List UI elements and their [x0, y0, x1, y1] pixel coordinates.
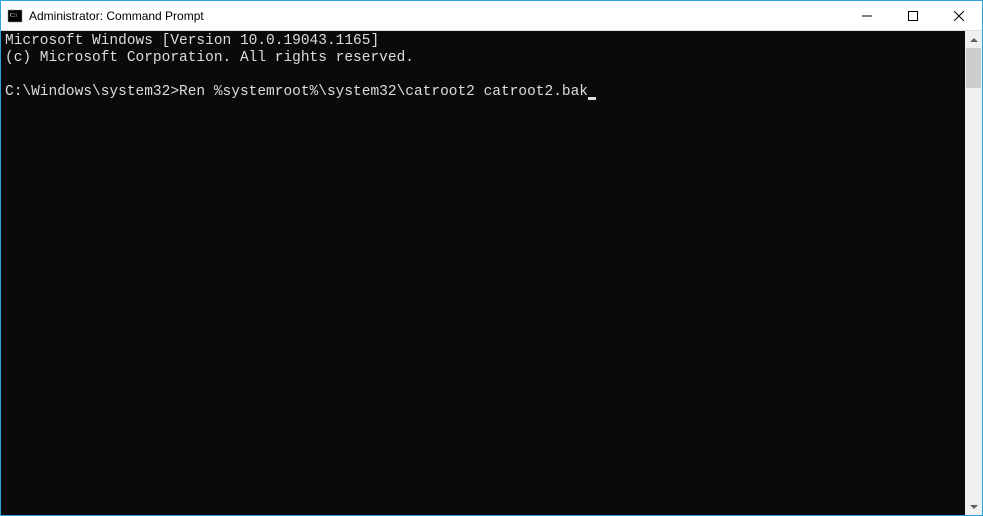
terminal-line: (c) Microsoft Corporation. All rights re… [5, 50, 414, 66]
titlebar: C:\ Administrator: Command Prompt [1, 1, 982, 31]
scrollbar-down-arrow-icon[interactable] [965, 498, 982, 515]
svg-text:C:\: C:\ [10, 13, 18, 19]
maximize-button[interactable] [890, 1, 936, 30]
window-title: Administrator: Command Prompt [29, 9, 204, 23]
scrollbar-up-arrow-icon[interactable] [965, 31, 982, 48]
terminal-prompt: C:\Windows\system32> [5, 84, 179, 100]
terminal-area[interactable]: Microsoft Windows [Version 10.0.19043.11… [1, 31, 982, 515]
terminal-prompt-line: C:\Windows\system32>Ren %systemroot%\sys… [5, 84, 596, 100]
vertical-scrollbar[interactable] [965, 31, 982, 515]
scrollbar-track[interactable] [965, 48, 982, 498]
terminal-cursor [588, 97, 596, 100]
terminal-content[interactable]: Microsoft Windows [Version 10.0.19043.11… [1, 31, 965, 515]
terminal-line: Microsoft Windows [Version 10.0.19043.11… [5, 33, 379, 49]
window-controls [844, 1, 982, 30]
scrollbar-thumb[interactable] [966, 48, 981, 88]
close-button[interactable] [936, 1, 982, 30]
minimize-button[interactable] [844, 1, 890, 30]
cmd-icon: C:\ [7, 8, 23, 24]
terminal-command: Ren %systemroot%\system32\catroot2 catro… [179, 84, 588, 100]
